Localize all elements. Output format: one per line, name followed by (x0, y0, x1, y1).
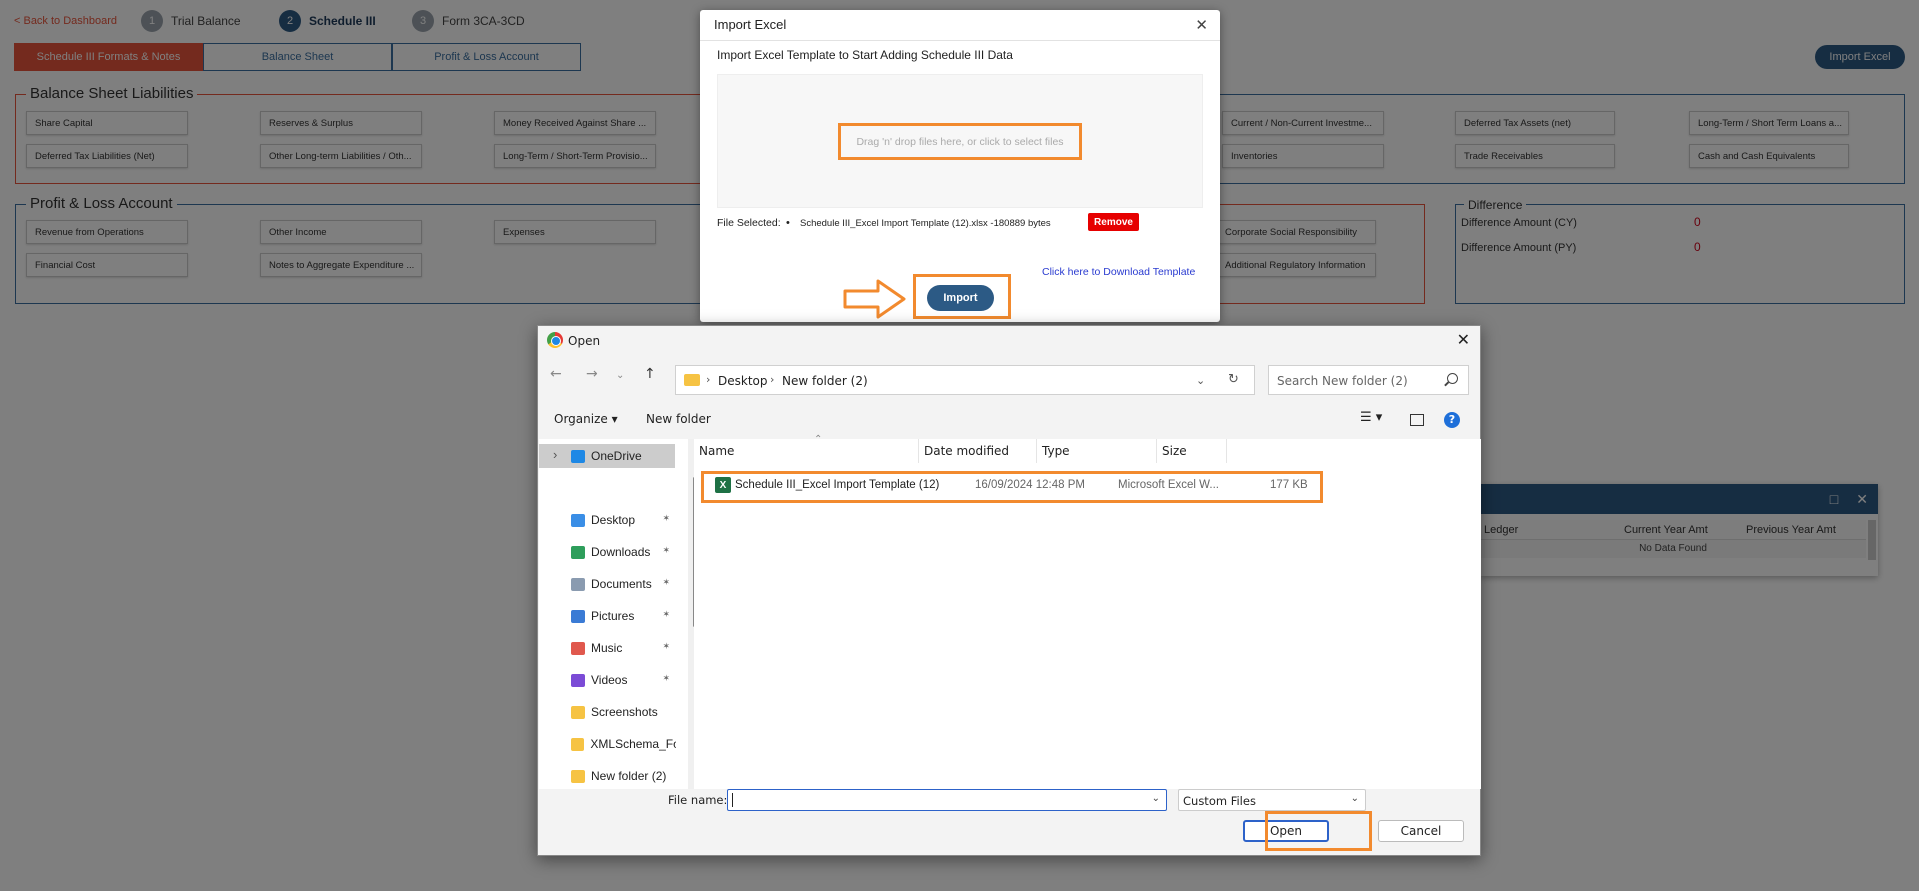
nav-item-onedrive[interactable]: › OneDrive (539, 444, 675, 468)
file-selected-label: File Selected: (717, 217, 781, 229)
import-button[interactable]: Import (927, 285, 994, 311)
folder-icon (571, 737, 585, 751)
file-name-input[interactable]: ⌄ (727, 789, 1167, 811)
file-size-cell: 177 KB (1270, 479, 1308, 491)
open-highlight-box (1265, 811, 1372, 851)
nav-item-label: Documents (591, 577, 652, 591)
nav-item-label: Pictures (591, 609, 635, 623)
open-file-dialog: Open ✕ ← → ⌄ ↑ › Desktop › New folder (2… (537, 325, 1481, 856)
cloud-icon (571, 449, 585, 463)
column-name[interactable]: Name (694, 439, 919, 463)
breadcrumb-desktop[interactable]: Desktop (718, 374, 768, 388)
refresh-icon[interactable]: ↻ (1228, 372, 1239, 387)
chevron-right-icon: › (706, 373, 711, 386)
nav-item-desktop[interactable]: Desktop ✶ (539, 508, 676, 532)
pin-icon[interactable]: ✶ (662, 513, 670, 524)
nav-item-label: Music (591, 641, 623, 655)
nav-item-downloads[interactable]: Downloads ✶ (539, 540, 676, 564)
close-icon[interactable]: ✕ (1195, 16, 1208, 34)
column-date[interactable]: Date modified (919, 439, 1037, 463)
nav-item-pictures[interactable]: Pictures ✶ (539, 604, 676, 628)
nav-item-music[interactable]: Music ✶ (539, 636, 676, 660)
pin-icon[interactable]: ✶ (662, 545, 670, 556)
chevron-right-icon[interactable]: › (553, 447, 557, 462)
nav-item-label: Videos (591, 673, 628, 687)
nav-item-label: Desktop (591, 513, 636, 527)
chevron-right-icon: › (770, 373, 775, 386)
pin-icon[interactable]: ✶ (662, 609, 670, 620)
view-list-icon[interactable]: ☰ ▾ (1360, 410, 1382, 425)
pin-icon[interactable]: ✶ (662, 577, 670, 588)
desktop-icon (571, 513, 585, 527)
document-icon (571, 577, 585, 591)
pin-icon[interactable]: ✶ (662, 673, 670, 684)
pin-icon[interactable]: ✶ (662, 641, 670, 652)
column-size[interactable]: Size (1157, 439, 1227, 463)
selected-file-name: Schedule III_Excel Import Template (12).… (786, 217, 1051, 229)
chevron-down-icon[interactable]: ⌄ (616, 370, 624, 381)
new-folder-button[interactable]: New folder (646, 412, 711, 426)
forward-arrow-icon[interactable]: → (586, 366, 598, 382)
file-type-select[interactable]: Custom Files ⌄ (1178, 789, 1366, 811)
nav-item-label: Downloads (591, 545, 651, 559)
breadcrumb-new-folder[interactable]: New folder (2) (782, 374, 868, 388)
organize-menu[interactable]: Organize ▾ (554, 412, 618, 426)
nav-item-label: New folder (2) (591, 769, 667, 783)
nav-item-screenshots[interactable]: Screenshots (539, 700, 676, 724)
chevron-down-icon[interactable]: ⌄ (1196, 374, 1205, 387)
chevron-down-icon: ⌄ (1350, 793, 1359, 804)
download-template-link[interactable]: Click here to Download Template (1042, 266, 1195, 278)
column-type[interactable]: Type (1037, 439, 1157, 463)
text-caret (732, 793, 733, 807)
nav-item-label: Screenshots (591, 705, 658, 719)
nav-item-videos[interactable]: Videos ✶ (539, 668, 676, 692)
dialog-title: Open (568, 334, 601, 348)
chrome-logo-icon (547, 332, 563, 348)
file-type-cell: Microsoft Excel W... (1118, 479, 1219, 491)
file-type-value: Custom Files (1183, 794, 1256, 808)
modal-subtitle: Import Excel Template to Start Adding Sc… (717, 48, 1013, 62)
up-arrow-icon[interactable]: ↑ (644, 366, 656, 382)
dialog-toolbar: Organize ▾ New folder ☰ ▾ ? (538, 406, 1480, 434)
file-name-label: File name: (668, 793, 728, 807)
arrow-right-icon (843, 279, 906, 319)
nav-item-documents[interactable]: Documents ✶ (539, 572, 676, 596)
file-date-cell: 16/09/2024 12:48 PM (975, 479, 1085, 491)
folder-icon (684, 374, 700, 386)
video-icon (571, 673, 585, 687)
address-bar[interactable]: › Desktop › New folder (2) ⌄ ↻ (675, 365, 1255, 395)
close-icon[interactable]: ✕ (1457, 330, 1470, 349)
excel-file-icon: X (715, 477, 731, 493)
file-name-cell[interactable]: Schedule III_Excel Import Template (12) (735, 479, 939, 491)
search-box[interactable]: Search New folder (2) (1268, 365, 1469, 395)
chevron-down-icon[interactable]: ⌄ (1152, 793, 1160, 804)
search-icon (1447, 373, 1458, 384)
help-icon[interactable]: ? (1444, 412, 1460, 428)
cancel-button[interactable]: Cancel (1378, 820, 1464, 842)
nav-item-label: XMLSchema_Fo (590, 737, 676, 751)
modal-title: Import Excel (714, 17, 787, 32)
divider (700, 40, 1220, 41)
nav-item-label: OneDrive (591, 449, 642, 463)
back-arrow-icon[interactable]: ← (550, 366, 562, 382)
search-placeholder: Search New folder (2) (1277, 374, 1408, 388)
preview-pane-icon[interactable] (1410, 414, 1424, 426)
folder-icon (571, 769, 585, 783)
download-icon (571, 545, 585, 559)
dropzone-prompt[interactable]: Drag 'n' drop files here, or click to se… (838, 123, 1082, 160)
remove-file-button[interactable]: Remove (1088, 213, 1139, 231)
nav-item-new-folder-2-[interactable]: New folder (2) (539, 764, 676, 788)
folder-icon (571, 705, 585, 719)
organize-label: Organize (554, 412, 608, 426)
picture-icon (571, 609, 585, 623)
music-icon (571, 641, 585, 655)
nav-item-xmlschema-fo[interactable]: XMLSchema_Fo (539, 732, 676, 756)
